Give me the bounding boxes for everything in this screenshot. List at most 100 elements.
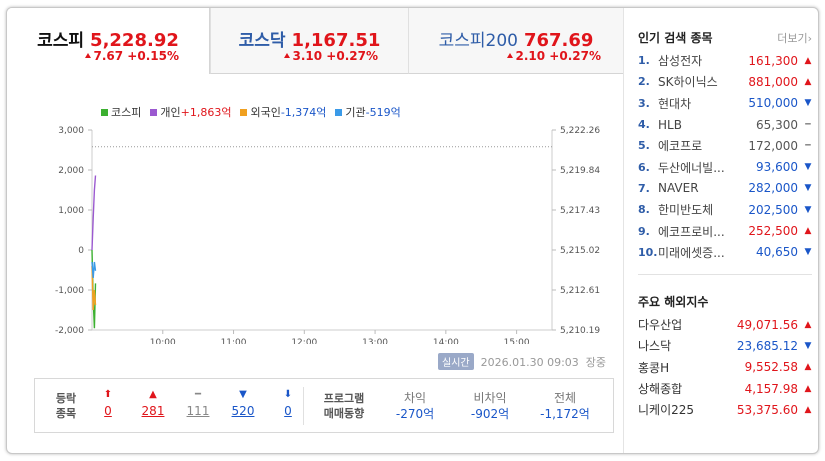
breadth-count[interactable]: 281 [138, 402, 168, 420]
stock-price: 172,000 [748, 138, 798, 153]
program-title: 차익 [403, 391, 427, 405]
left-tick-label: 3,000 [58, 126, 84, 136]
left-tick-label: 0 [78, 246, 84, 256]
investor-chart: 코스피 개인+1,863억 외국인-1,374억 기관-519억 3,000 2,000… [7, 74, 623, 379]
index-tabs: 코스피 5,228.92 7.67 +0.15% 코스닥 1,167.51 3.10… [7, 8, 623, 74]
index-value: 4,157.98 [744, 381, 798, 396]
popular-stock-item[interactable]: 8. 한미반도체 202,500 ▼ [638, 199, 812, 220]
stock-price: 252,500 [748, 224, 798, 239]
stock-name: HLB [658, 117, 682, 132]
tab-change: 3.10 +0.27% [292, 49, 378, 63]
rise-triangle-icon: ▲ [149, 389, 157, 400]
divider [638, 274, 812, 275]
breadth-item: ⬇ 0 [273, 388, 303, 420]
popular-stock-item[interactable]: 2. SK하이닉스 881,000 ▲ [638, 71, 812, 92]
right-tick-label: 5,210.19 [560, 326, 600, 336]
series-line-개인 [91, 175, 97, 251]
stock-price: 161,300 [748, 53, 798, 68]
x-tick-label: 10:00 [150, 338, 176, 344]
breadth-count[interactable]: 111 [183, 402, 213, 420]
stock-name: 삼성전자 [658, 54, 703, 69]
chart-status: 실시간 2026.01.30 09:03 장중 [438, 353, 606, 370]
program-item: 비차익 -902억 [455, 391, 525, 423]
rise-triangle-icon: ▲ [804, 404, 812, 415]
overseas-index-item[interactable]: 나스닥 23,685.12 ▼ [638, 335, 812, 356]
tab-kospi[interactable]: 코스피 5,228.92 7.67 +0.15% [7, 8, 210, 74]
overseas-index-item[interactable]: 상해종합 4,157.98 ▲ [638, 378, 812, 399]
realtime-badge[interactable]: 실시간 [438, 353, 474, 370]
left-tick-label: 2,000 [58, 166, 84, 176]
rise-triangle-icon: ▲ [804, 55, 812, 66]
breadth-count[interactable]: 0 [93, 402, 123, 420]
stock-price: 282,000 [748, 181, 798, 196]
fall-triangle-icon: ▼ [804, 340, 812, 351]
rank-number: 7. [638, 181, 650, 195]
overseas-title: 주요 해외지수 [638, 295, 709, 309]
index-name: 다우산업 [638, 318, 683, 333]
market-state: 장중 [585, 356, 607, 369]
popular-stock-item[interactable]: 10. 미래에셋증... 40,650 ▼ [638, 242, 812, 263]
program-item: 전체 -1,172억 [530, 391, 600, 423]
more-link[interactable]: 더보기› [777, 30, 812, 46]
stock-price: 881,000 [748, 74, 798, 89]
popular-stock-item[interactable]: 4. HLB 65,300 ━ [638, 114, 812, 135]
rise-triangle-icon [84, 53, 91, 58]
stock-price: 40,650 [756, 245, 798, 260]
stock-name: 한미반도체 [658, 203, 714, 218]
market-breadth-box: 등락 종목 ⬆ 0 ▲ 281 ━ 111 ▼ 520 ⬇ 0 프로그램 매매동향 차익 -270억… [34, 378, 614, 433]
popular-stock-item[interactable]: 6. 두산에너빌... 93,600 ▼ [638, 156, 812, 177]
stock-name: 현대차 [658, 96, 692, 111]
stock-name: 에코프로 [658, 139, 703, 154]
program-item: 차익 -270억 [380, 391, 450, 423]
stock-name: 에코프로비... [658, 224, 725, 239]
x-tick-label: 14:00 [433, 338, 459, 344]
overseas-index-item[interactable]: 니케이225 53,375.60 ▲ [638, 399, 812, 420]
stock-price: 93,600 [756, 160, 798, 175]
breadth-item: ▲ 281 [138, 388, 168, 420]
overseas-list: 다우산업 49,071.56 ▲ 나스닥 23,685.12 ▼ 홍콩H 9,552.58 ▲ 상… [638, 314, 812, 420]
tab-value: 767.69 [523, 30, 594, 51]
breadth-count[interactable]: 520 [228, 402, 258, 420]
rank-number: 10. [638, 245, 658, 259]
program-title: 비차익 [473, 391, 507, 405]
upper-limit-arrow-icon: ⬆ [103, 389, 113, 400]
popular-stock-item[interactable]: 7. NAVER 282,000 ▼ [638, 178, 812, 199]
right-tick-label: 5,212.61 [560, 286, 600, 296]
popular-stock-item[interactable]: 1. 삼성전자 161,300 ▲ [638, 50, 812, 71]
tab-kosdaq[interactable]: 코스닥 1,167.51 3.10 +0.27% [210, 8, 408, 74]
flat-dash-icon: ━ [805, 140, 811, 151]
fall-triangle-icon: ▼ [804, 98, 812, 109]
right-tick-label: 5,222.26 [560, 126, 600, 136]
popular-stock-item[interactable]: 9. 에코프로비... 252,500 ▲ [638, 220, 812, 241]
right-tick-label: 5,215.02 [560, 246, 600, 256]
x-tick-label: 11:00 [221, 338, 247, 344]
fall-triangle-icon: ▼ [239, 389, 247, 400]
breadth-item: ━ 111 [183, 388, 213, 420]
stock-price: 202,500 [748, 202, 798, 217]
left-tick-label: 1,000 [58, 206, 84, 216]
lower-limit-arrow-icon: ⬇ [283, 389, 293, 400]
index-name: 니케이225 [638, 403, 695, 418]
breadth-count[interactable]: 0 [273, 402, 303, 420]
overseas-index-item[interactable]: 다우산업 49,071.56 ▲ [638, 314, 812, 335]
stock-name: SK하이닉스 [658, 75, 718, 90]
right-tick-label: 5,217.43 [560, 206, 600, 216]
series-line-기관 [91, 261, 97, 279]
index-value: 23,685.12 [736, 338, 798, 353]
rank-number: 9. [638, 224, 650, 238]
popular-stock-item[interactable]: 3. 현대차 510,000 ▼ [638, 93, 812, 114]
index-value: 49,071.56 [736, 317, 798, 332]
market-widget: 코스피 5,228.92 7.67 +0.15% 코스닥 1,167.51 3.10… [6, 7, 819, 454]
tab-value: 1,167.51 [291, 30, 381, 51]
tab-kospi200[interactable]: 코스피200 767.69 2.10 +0.27% [408, 8, 623, 74]
breadth-label: 등락 종목 [55, 392, 77, 420]
x-tick-label: 12:00 [291, 338, 317, 344]
rise-triangle-icon: ▲ [804, 362, 812, 373]
left-tick-label: -2,000 [55, 326, 84, 336]
overseas-index-item[interactable]: 홍콩H 9,552.58 ▲ [638, 357, 812, 378]
popular-stock-item[interactable]: 5. 에코프로 172,000 ━ [638, 135, 812, 156]
breadth-item: ▼ 520 [228, 388, 258, 420]
index-name: 나스닥 [638, 339, 672, 354]
rank-number: 5. [638, 139, 650, 153]
rank-number: 2. [638, 75, 650, 89]
